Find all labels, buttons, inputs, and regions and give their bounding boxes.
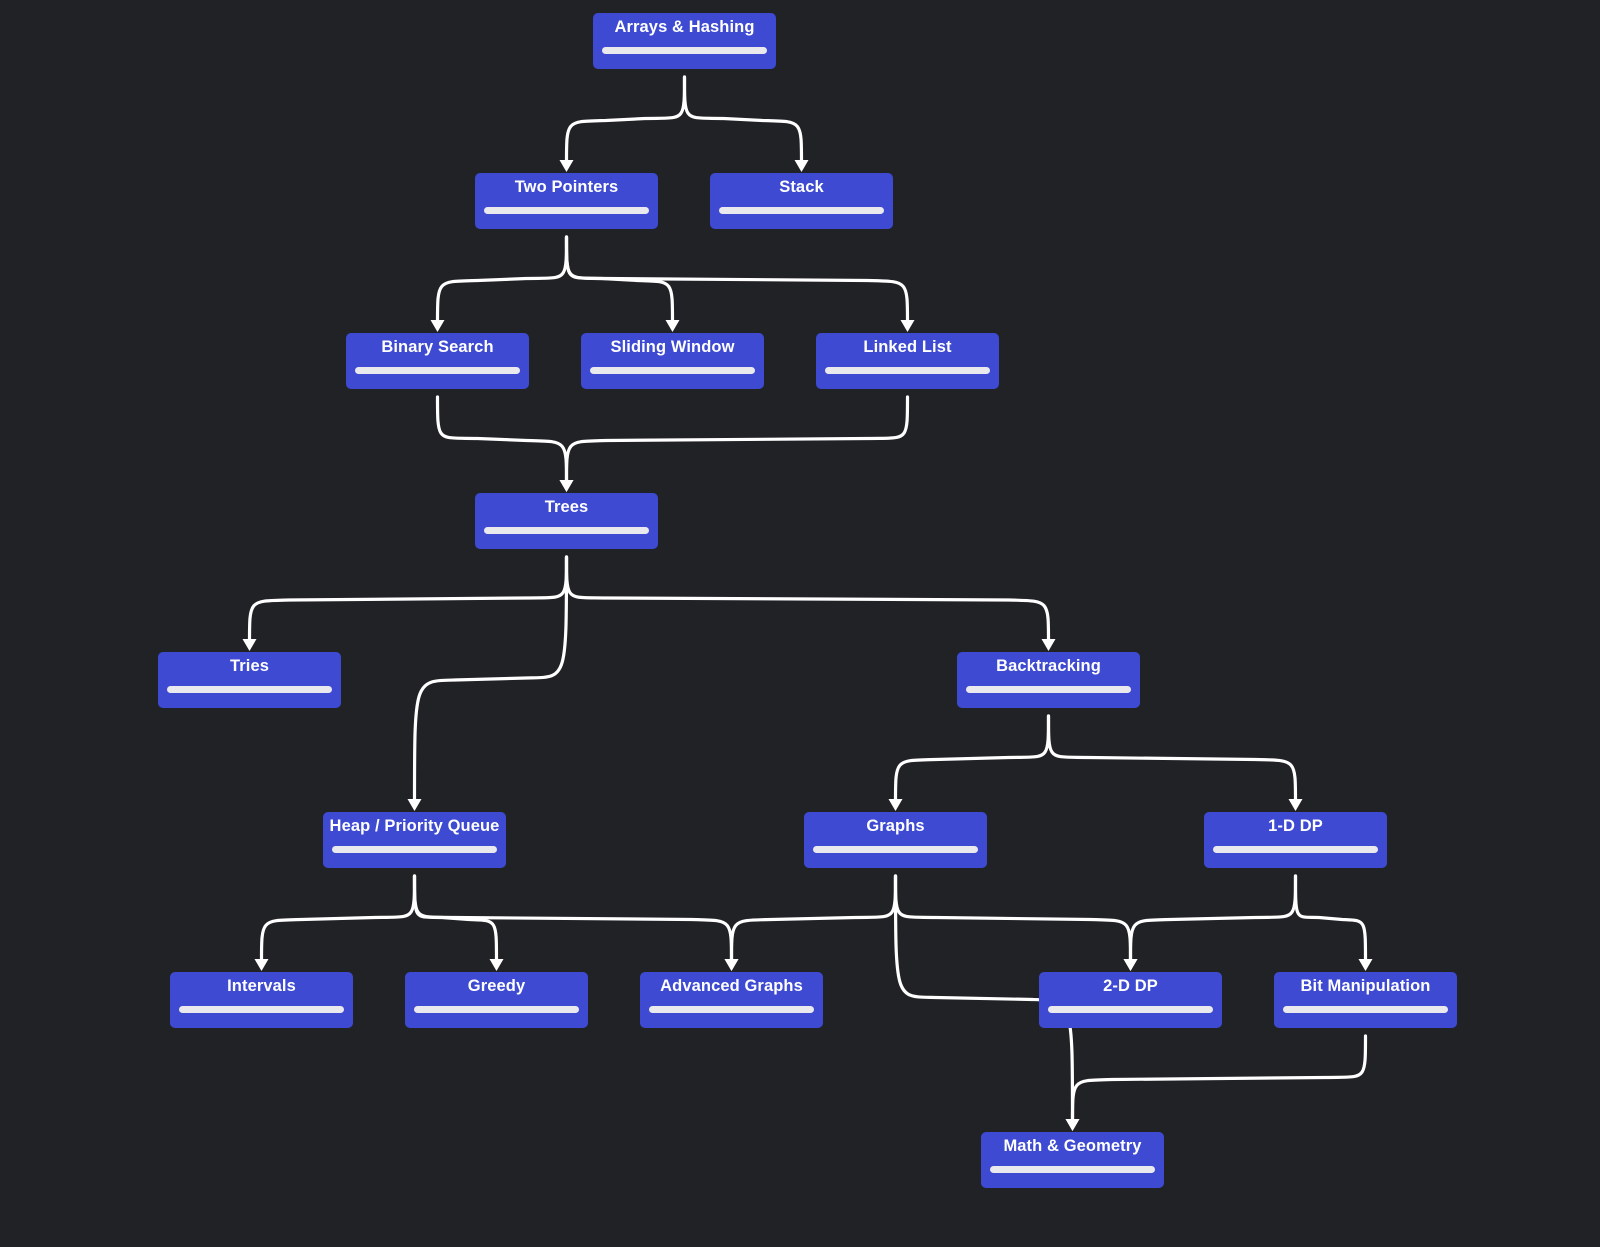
edge-heap-to-intervals — [259, 874, 417, 963]
arrowhead-icon — [430, 320, 445, 332]
node-graphs[interactable]: Graphs — [804, 812, 987, 868]
arrowhead-icon — [1123, 959, 1138, 971]
progress-bar — [484, 527, 649, 534]
node-label: Backtracking — [996, 657, 1101, 675]
node-heap[interactable]: Heap / Priority Queue — [323, 812, 506, 868]
node-label: Greedy — [467, 977, 526, 995]
arrowhead-icon — [1065, 1119, 1080, 1131]
edge-trees-to-backtracking — [564, 555, 1051, 643]
node-greedy[interactable]: Greedy — [405, 972, 588, 1028]
arrowhead-icon — [1288, 799, 1303, 811]
node-binsearch[interactable]: Binary Search — [346, 333, 529, 389]
node-stack[interactable]: Stack — [710, 173, 893, 229]
node-sliding[interactable]: Sliding Window — [581, 333, 764, 389]
edge-twoptr-to-linked — [564, 235, 910, 324]
edge-backtracking-to-dp1 — [1046, 714, 1298, 803]
node-label: Linked List — [863, 338, 952, 356]
progress-bar — [590, 367, 755, 374]
edge-graphs-to-advgraphs — [729, 874, 898, 963]
node-label: 1-D DP — [1268, 817, 1323, 835]
arrowhead-icon — [559, 480, 574, 492]
node-math[interactable]: Math & Geometry — [981, 1132, 1164, 1188]
edge-binsearch-to-trees — [435, 395, 569, 484]
node-label: Advanced Graphs — [660, 977, 803, 995]
node-arrays[interactable]: Arrays & Hashing — [593, 13, 776, 69]
node-label: 2-D DP — [1103, 977, 1158, 995]
node-label: Binary Search — [381, 338, 494, 356]
arrowhead-icon — [665, 320, 680, 332]
progress-bar — [990, 1166, 1155, 1173]
node-dp2[interactable]: 2-D DP — [1039, 972, 1222, 1028]
node-backtracking[interactable]: Backtracking — [957, 652, 1140, 708]
edge-trees-to-tries — [247, 555, 569, 643]
arrowhead-icon — [242, 639, 257, 651]
arrowhead-icon — [724, 959, 739, 971]
edge-graphs-to-dp2 — [893, 874, 1133, 963]
node-label: Tries — [229, 657, 270, 675]
progress-bar — [1213, 846, 1378, 853]
node-label: Heap / Priority Queue — [329, 817, 500, 835]
arrowhead-icon — [559, 160, 574, 172]
edge-arrays-to-twoptr — [564, 75, 687, 164]
node-label: Intervals — [227, 977, 296, 995]
progress-bar — [167, 686, 332, 693]
progress-bar — [179, 1006, 344, 1013]
node-advgraphs[interactable]: Advanced Graphs — [640, 972, 823, 1028]
edge-backtracking-to-graphs — [893, 714, 1051, 803]
node-label: Sliding Window — [610, 338, 735, 356]
progress-bar — [649, 1006, 814, 1013]
edge-bits-to-math — [1070, 1034, 1368, 1123]
arrowhead-icon — [254, 959, 269, 971]
node-linked[interactable]: Linked List — [816, 333, 999, 389]
edge-heap-to-advgraphs — [412, 874, 734, 963]
node-label: Graphs — [866, 817, 925, 835]
edge-trees-to-heap — [412, 555, 569, 803]
node-label: Trees — [544, 498, 589, 516]
edge-linked-to-trees — [564, 395, 910, 484]
progress-bar — [1048, 1006, 1213, 1013]
node-dp1[interactable]: 1-D DP — [1204, 812, 1387, 868]
node-label: Bit Manipulation — [1300, 977, 1431, 995]
progress-bar — [813, 846, 978, 853]
node-label: Stack — [779, 178, 824, 196]
node-twoptr[interactable]: Two Pointers — [475, 173, 658, 229]
edge-twoptr-to-binsearch — [435, 235, 569, 324]
progress-bar — [825, 367, 990, 374]
arrowhead-icon — [489, 959, 504, 971]
node-label: Math & Geometry — [1003, 1137, 1142, 1155]
progress-bar — [332, 846, 497, 853]
progress-bar — [719, 207, 884, 214]
arrowhead-icon — [1041, 639, 1056, 651]
arrowhead-icon — [900, 320, 915, 332]
arrowhead-icon — [794, 160, 809, 172]
arrowhead-icon — [407, 799, 422, 811]
progress-bar — [602, 47, 767, 54]
arrowhead-icon — [1358, 959, 1373, 971]
node-label: Arrays & Hashing — [614, 18, 755, 36]
node-label: Two Pointers — [514, 178, 619, 196]
progress-bar — [966, 686, 1131, 693]
progress-bar — [355, 367, 520, 374]
progress-bar — [484, 207, 649, 214]
edge-dp1-to-bits — [1293, 874, 1368, 963]
node-tries[interactable]: Tries — [158, 652, 341, 708]
node-intervals[interactable]: Intervals — [170, 972, 353, 1028]
progress-bar — [414, 1006, 579, 1013]
node-bits[interactable]: Bit Manipulation — [1274, 972, 1457, 1028]
edge-dp1-to-dp2 — [1128, 874, 1298, 963]
progress-bar — [1283, 1006, 1448, 1013]
node-trees[interactable]: Trees — [475, 493, 658, 549]
arrowhead-icon — [888, 799, 903, 811]
edge-arrays-to-stack — [682, 75, 804, 164]
